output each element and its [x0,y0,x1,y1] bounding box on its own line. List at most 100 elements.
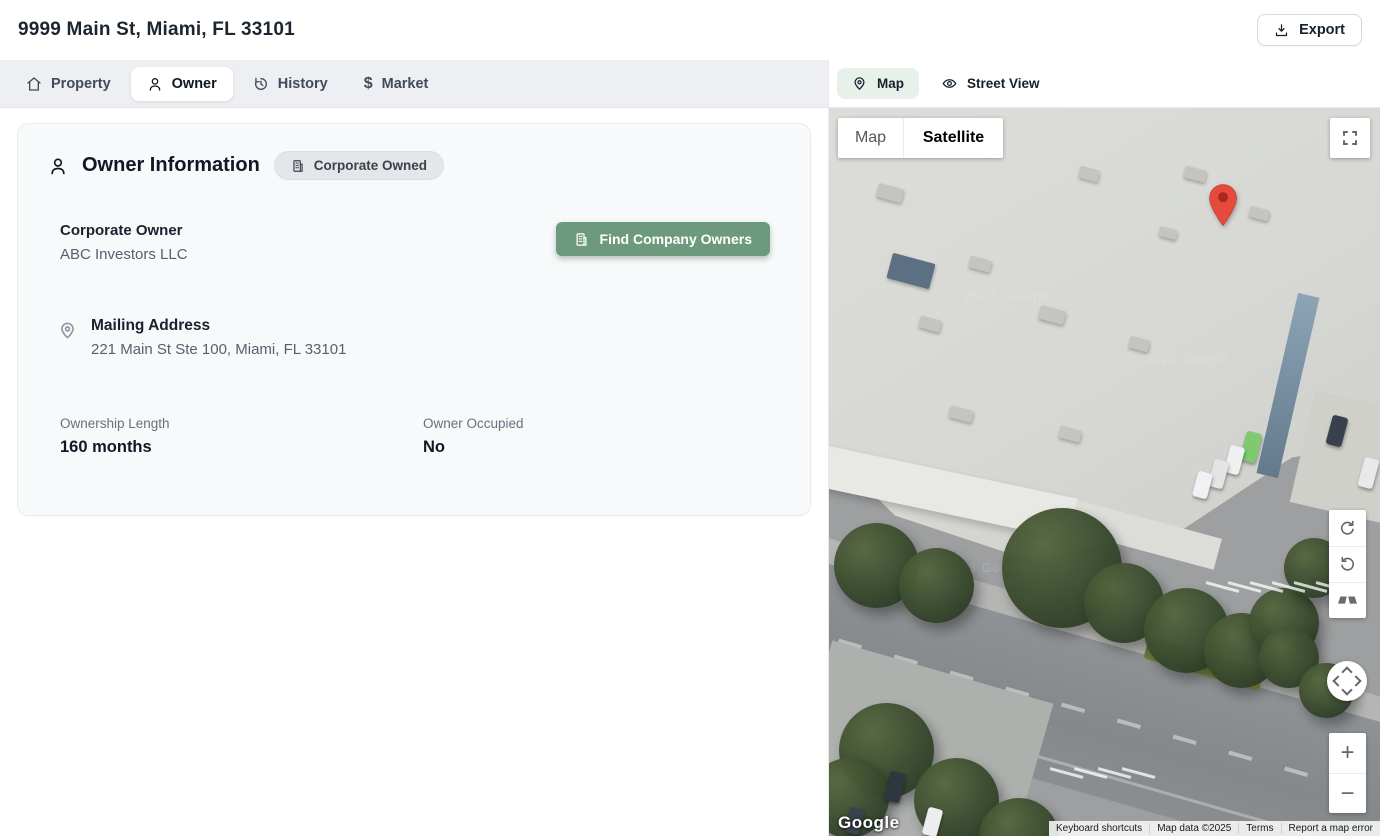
mailing-label: Mailing Address [91,317,346,335]
map-view-button[interactable]: Map [837,68,919,99]
find-company-owners-button[interactable]: Find Company Owners [556,222,770,256]
map-watermark: © 2023 Google [1129,352,1230,367]
mailing-address-field: Mailing Address 221 Main St Ste 100, Mia… [58,317,786,358]
tree [1144,588,1229,673]
pan-right-icon [1350,675,1361,686]
map-pane: Map Street View © 2023 Google © 2023 Goo… [828,60,1380,836]
terms-link[interactable]: Terms [1238,823,1280,834]
tab-label: Property [51,76,111,92]
parked-car [1357,457,1379,490]
zoom-in-button[interactable]: + [1329,733,1366,773]
tree [979,798,1059,836]
tab-property[interactable]: Property [10,67,127,101]
map-view-toolbar: Map Street View [829,60,1380,108]
location-pin-icon [58,321,77,340]
pan-down-icon [1341,684,1352,695]
street-view-button[interactable]: Street View [927,68,1055,99]
sidewalk [829,517,1380,766]
tree [1249,588,1319,658]
street-view-label: Street View [967,76,1040,91]
map-container: © 2023 Google © 2023 Google © 2023 Googl… [829,108,1380,836]
pan-left-icon [1332,675,1343,686]
roof-vent [1248,206,1270,222]
building-facade [829,446,1078,540]
roof-vent [1128,336,1150,353]
stat-value: 160 months [60,438,423,457]
report-map-error-link[interactable]: Report a map error [1281,823,1380,834]
app-header: 9999 Main St, Miami, FL 33101 Export [0,0,1380,60]
parking-stripe [1206,581,1240,593]
roof-vent [1078,166,1100,183]
roof-vent [876,183,905,203]
person-icon [48,156,68,176]
roof-vent [1158,226,1178,240]
rotate-counterclockwise-icon [1338,555,1357,574]
map-type-map-button[interactable]: Map [838,118,904,158]
roof-vent [886,253,935,290]
owner-tab-content: Owner Information Corporate Owned Corpor… [0,108,828,836]
page-title: 9999 Main St, Miami, FL 33101 [18,19,295,41]
find-owners-label: Find Company Owners [600,231,752,247]
keyboard-shortcuts-link[interactable]: Keyboard shortcuts [1049,823,1149,834]
owner-type-label: Corporate Owner [60,222,188,239]
tab-label: Market [382,76,429,92]
map-marker[interactable] [1209,184,1237,226]
tab-history[interactable]: History [237,67,344,101]
parking-stripe [1074,767,1108,779]
grass-median [1143,637,1264,691]
fullscreen-icon [1341,129,1359,147]
dollar-icon: $ [364,76,373,92]
tilt-view-icon [1338,591,1357,610]
parking-stripe [1294,581,1328,593]
mailing-value: 221 Main St Ste 100, Miami, FL 33101 [91,341,346,358]
parking-stripe [1050,767,1084,779]
tree [1204,613,1279,688]
fullscreen-button[interactable] [1330,118,1370,158]
tab-bar: Property Owner History $ Market [0,60,828,108]
parking-stripe [1228,581,1262,593]
roof-vent [948,405,974,423]
pan-up-icon [1341,666,1352,677]
person-icon [147,76,163,92]
rotate-clockwise-icon [1338,519,1357,538]
parked-car [1208,459,1230,490]
owner-information-card: Owner Information Corporate Owned Corpor… [17,123,811,516]
tree [899,548,974,623]
parked-car [922,807,944,836]
building-roof [829,108,1380,836]
rotate-clockwise-button[interactable] [1329,510,1366,546]
map-view-label: Map [877,76,904,91]
map-attribution: Keyboard shortcuts Map data ©2025 Terms … [1049,821,1380,836]
parked-car [1192,471,1213,500]
parking-stripe [1098,767,1132,779]
tab-market[interactable]: $ Market [348,67,445,101]
rotate-counterclockwise-button[interactable] [1329,546,1366,582]
zoom-out-button[interactable]: − [1329,773,1366,813]
export-label: Export [1299,22,1345,38]
parking-stripe [1272,581,1306,593]
satellite-imagery[interactable]: © 2023 Google © 2023 Google © 2023 Googl… [829,108,1380,836]
tab-label: History [278,76,328,92]
owner-name: ABC Investors LLC [60,246,188,263]
export-button[interactable]: Export [1257,14,1362,46]
map-data-copyright: Map data ©2025 [1149,823,1238,834]
map-watermark: © 2023 Google [949,288,1050,303]
tab-owner[interactable]: Owner [131,67,233,101]
tree [834,523,919,608]
building-icon [574,232,589,247]
pan-control[interactable] [1327,661,1367,701]
google-logo[interactable]: Google [838,813,900,833]
map-watermark: © 2023 Google [929,560,1030,575]
building-icon [291,159,305,173]
corporate-owned-badge: Corporate Owned [274,151,444,180]
map-type-satellite-button[interactable]: Satellite [904,118,1003,158]
roof-vent [1058,425,1082,442]
roof-vent [1183,165,1207,182]
building-facade [1069,500,1222,570]
tree [1002,508,1122,628]
download-icon [1274,23,1289,38]
tilt-view-button[interactable] [1329,582,1366,618]
parking-stripe [1250,581,1284,593]
badge-label: Corporate Owned [314,158,427,173]
corporate-owner-field: Corporate Owner ABC Investors LLC [60,222,188,263]
